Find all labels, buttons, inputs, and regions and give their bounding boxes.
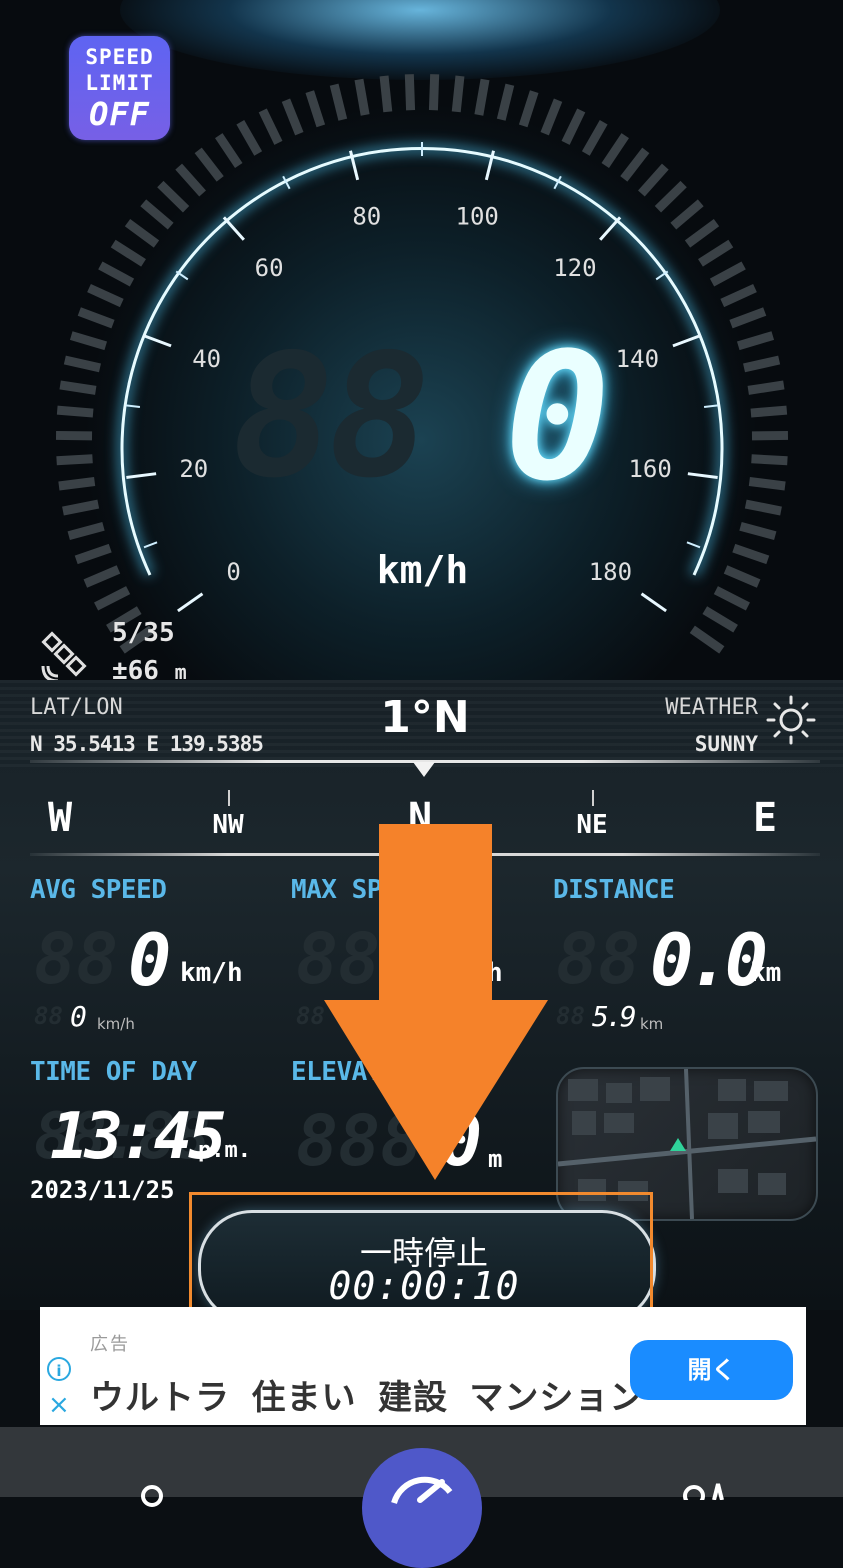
settings-icon[interactable] — [678, 1480, 738, 1500]
arrow-down-icon — [0, 0, 843, 1497]
ad-close-icon[interactable]: × — [48, 1392, 70, 1418]
speedometer-tab[interactable] — [362, 1448, 482, 1568]
ad-line2: ウルトラ 住まい 建設 マンション — [90, 1370, 644, 1419]
ad-open-button[interactable]: 開く — [630, 1340, 793, 1400]
speedometer-icon — [362, 1448, 482, 1508]
location-pin-icon[interactable] — [138, 1482, 166, 1510]
ad-info-icon[interactable]: i — [47, 1357, 71, 1381]
ad-line1: 広告 — [90, 1330, 130, 1356]
